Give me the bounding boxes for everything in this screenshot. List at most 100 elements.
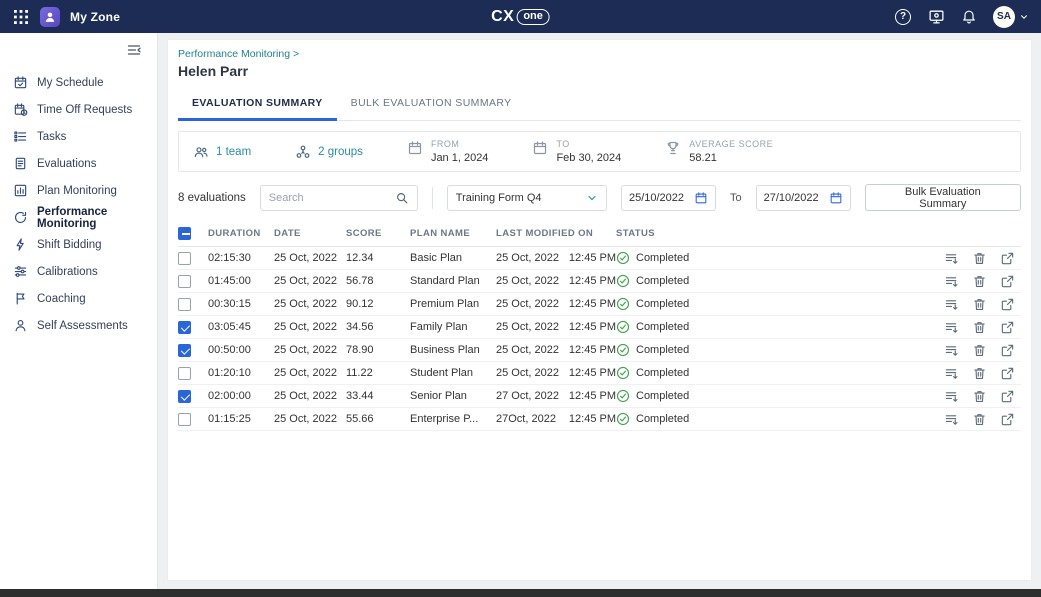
add-to-list-button[interactable] (944, 412, 959, 427)
delete-button[interactable] (972, 389, 987, 404)
sidebar-item-coaching[interactable]: Coaching (0, 285, 157, 312)
cell-date: 25 Oct, 2022 (274, 275, 346, 287)
cell-last-modified: 25 Oct, 2022 12:45 PM (496, 275, 616, 287)
sidebar-item-self-assessments[interactable]: Self Assessments (0, 312, 157, 339)
delete-button[interactable] (972, 297, 987, 312)
bulk-evaluation-summary-button[interactable]: Bulk Evaluation Summary (865, 184, 1021, 211)
delete-button[interactable] (972, 251, 987, 266)
sidebar-item-my-schedule[interactable]: My Schedule (0, 69, 157, 96)
add-to-list-button[interactable] (944, 297, 959, 312)
search-box (260, 185, 418, 211)
add-to-list-button[interactable] (944, 320, 959, 335)
check-circle-icon (616, 389, 630, 403)
col-last-modified: LAST MODIFIED ON (496, 228, 616, 239)
row-checkbox[interactable] (178, 367, 191, 380)
row-checkbox[interactable] (178, 344, 191, 357)
agent-console-button[interactable] (927, 8, 945, 26)
user-menu-button[interactable]: SA (993, 8, 1029, 26)
evaluations-count: 8 evaluations (178, 192, 246, 204)
calendar-icon (532, 140, 548, 156)
sidebar-item-plan-monitoring[interactable]: Plan Monitoring (0, 177, 157, 204)
date-from-input[interactable]: 25/10/2022 (621, 185, 716, 211)
row-checkbox[interactable] (178, 252, 191, 265)
delete-button[interactable] (972, 343, 987, 358)
open-in-new-button[interactable] (1000, 343, 1015, 358)
add-to-list-button[interactable] (944, 251, 959, 266)
sidebar-item-tasks[interactable]: Tasks (0, 123, 157, 150)
row-actions (929, 297, 1021, 312)
cell-duration: 01:20:10 (208, 367, 274, 379)
search-icon[interactable] (395, 191, 409, 205)
cell-duration: 01:45:00 (208, 275, 274, 287)
my-zone-app-icon[interactable] (40, 7, 60, 27)
sidebar-item-evaluations[interactable]: Evaluations (0, 150, 157, 177)
add-to-list-button[interactable] (944, 274, 959, 289)
table-row-3[interactable]: 00:30:15 25 Oct, 2022 90.12 Premium Plan… (178, 293, 1021, 316)
table-row-1[interactable]: 02:15:30 25 Oct, 2022 12.34 Basic Plan 2… (178, 247, 1021, 270)
table-row-7[interactable]: 02:00:00 25 Oct, 2022 33.44 Senior Plan … (178, 385, 1021, 408)
tab-bulk-evaluation-summary[interactable]: BULK EVALUATION SUMMARY (337, 89, 526, 120)
sidebar-item-shift-bidding[interactable]: Shift Bidding (0, 231, 157, 258)
open-in-new-button[interactable] (1000, 366, 1015, 381)
date-to-input[interactable]: 27/10/2022 (756, 185, 851, 211)
row-checkbox[interactable] (178, 390, 191, 403)
table-row-4[interactable]: 03:05:45 25 Oct, 2022 34.56 Family Plan … (178, 316, 1021, 339)
cell-plan-name: Family Plan (410, 321, 496, 333)
table-row-8[interactable]: 01:15:25 25 Oct, 2022 55.66 Enterprise P… (178, 408, 1021, 431)
row-actions (929, 274, 1021, 289)
row-actions (929, 389, 1021, 404)
breadcrumb[interactable]: Performance Monitoring > (178, 48, 1021, 60)
cell-duration: 00:30:15 (208, 298, 274, 310)
search-input[interactable] (269, 192, 389, 204)
cell-date: 25 Oct, 2022 (274, 321, 346, 333)
delete-button[interactable] (972, 412, 987, 427)
add-to-list-button[interactable] (944, 366, 959, 381)
help-button[interactable]: ? (894, 8, 912, 26)
form-filter-select[interactable]: Training Form Q4 (447, 185, 607, 211)
open-in-new-button[interactable] (1000, 274, 1015, 289)
team-link[interactable]: 1 team (193, 144, 251, 160)
divider (432, 187, 433, 209)
delete-button[interactable] (972, 274, 987, 289)
row-checkbox[interactable] (178, 275, 191, 288)
delete-button[interactable] (972, 320, 987, 335)
sidebar-item-performance-monitoring[interactable]: Performance Monitoring (0, 204, 157, 231)
sidebar-collapse-button[interactable] (125, 41, 143, 59)
calendar-icon (694, 191, 708, 205)
status-badge: Completed (616, 297, 929, 311)
open-in-new-button[interactable] (1000, 297, 1015, 312)
calibrations-icon (13, 264, 28, 279)
content-card: Performance Monitoring > Helen Parr EVAL… (168, 40, 1031, 580)
open-in-new-button[interactable] (1000, 389, 1015, 404)
table-row-6[interactable]: 01:20:10 25 Oct, 2022 11.22 Student Plan… (178, 362, 1021, 385)
cell-last-modified: 25 Oct, 2022 12:45 PM (496, 367, 616, 379)
row-checkbox[interactable] (178, 321, 191, 334)
app-switcher-button[interactable] (12, 8, 30, 26)
open-in-new-button[interactable] (1000, 412, 1015, 427)
row-checkbox[interactable] (178, 298, 191, 311)
open-in-new-button[interactable] (1000, 320, 1015, 335)
cell-score: 90.12 (346, 298, 410, 310)
add-to-list-button[interactable] (944, 343, 959, 358)
row-checkbox[interactable] (178, 413, 191, 426)
topbar-left: My Zone (12, 7, 120, 27)
help-icon: ? (895, 9, 911, 25)
groups-link[interactable]: 2 groups (295, 144, 363, 160)
cell-last-modified: 27Oct, 2022 12:45 PM (496, 413, 616, 425)
col-date: DATE (274, 228, 346, 239)
self-assessments-icon (13, 318, 28, 333)
delete-button[interactable] (972, 366, 987, 381)
table-row-5[interactable]: 00:50:00 25 Oct, 2022 78.90 Business Pla… (178, 339, 1021, 362)
sidebar-item-time-off-requests[interactable]: Time Off Requests (0, 96, 157, 123)
select-all-checkbox[interactable] (178, 227, 191, 240)
notifications-button[interactable] (960, 8, 978, 26)
check-circle-icon (616, 274, 630, 288)
to-value: Feb 30, 2024 (556, 152, 621, 164)
average-score-value: 58.21 (689, 152, 773, 164)
sidebar-item-calibrations[interactable]: Calibrations (0, 258, 157, 285)
tab-evaluation-summary[interactable]: EVALUATION SUMMARY (178, 89, 337, 121)
add-to-list-button[interactable] (944, 389, 959, 404)
open-in-new-button[interactable] (1000, 251, 1015, 266)
bell-icon (961, 9, 977, 25)
table-row-2[interactable]: 01:45:00 25 Oct, 2022 56.78 Standard Pla… (178, 270, 1021, 293)
